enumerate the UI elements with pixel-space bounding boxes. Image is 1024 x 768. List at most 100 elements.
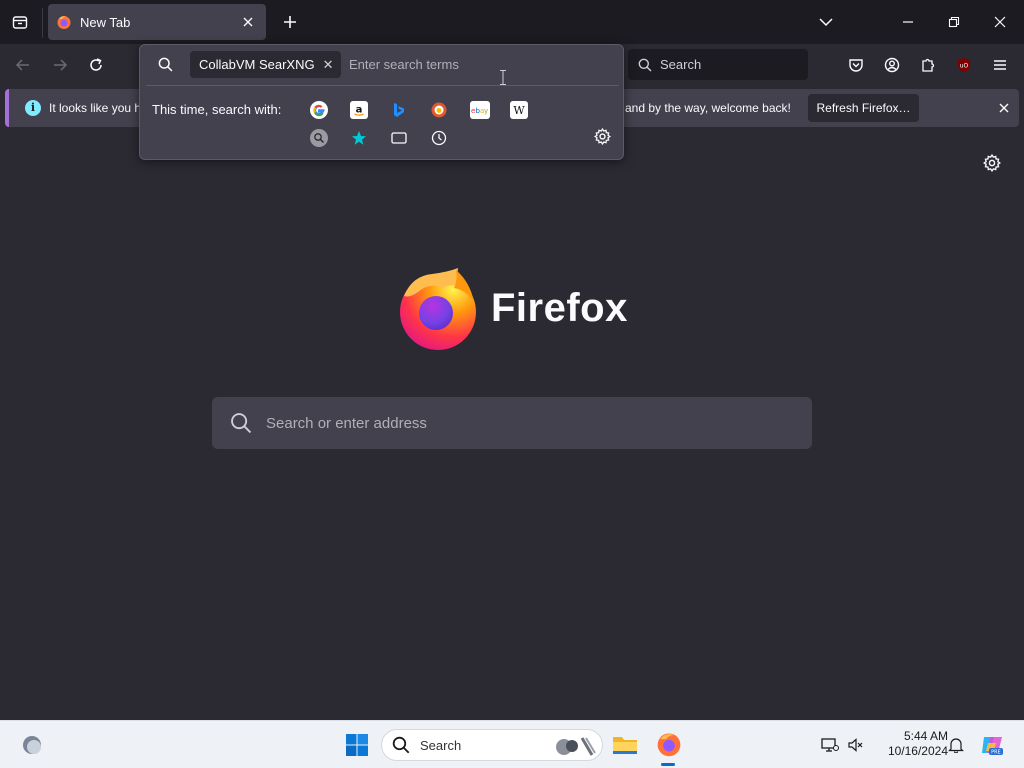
app-menu-button[interactable] — [985, 50, 1015, 80]
list-all-tabs-button[interactable] — [6, 8, 34, 36]
gear-icon — [593, 127, 612, 146]
duckduckgo-engine-button[interactable] — [430, 101, 448, 119]
tab-overflow-button[interactable] — [810, 6, 842, 38]
amazon-engine-button[interactable]: a — [350, 101, 368, 119]
restore-icon — [948, 16, 960, 28]
history-search-button[interactable] — [430, 129, 448, 147]
firefox-taskbar-button[interactable] — [654, 729, 684, 759]
volume-muted-icon — [848, 738, 863, 752]
start-button[interactable] — [343, 731, 371, 759]
reload-icon — [90, 58, 102, 71]
network-icon — [821, 738, 839, 752]
windows-logo-icon — [346, 734, 368, 756]
search-icon — [158, 57, 173, 72]
clock-time: 5:44 AM — [903, 729, 948, 743]
search-icon — [231, 413, 252, 434]
copilot-icon: PRE — [982, 737, 1003, 756]
folder-icon — [613, 737, 637, 754]
close-icon — [999, 103, 1009, 113]
network-icon-button[interactable] — [820, 735, 840, 755]
search-engine-chip[interactable]: CollabVM SearXNG ✕ — [190, 51, 341, 78]
firefox-wordmark: Firefox — [491, 286, 628, 330]
close-icon — [994, 16, 1006, 28]
back-button[interactable] — [8, 50, 38, 80]
wikipedia-icon: W — [513, 104, 525, 117]
volume-icon-button[interactable] — [845, 735, 865, 755]
tab-bar: New Tab — [0, 0, 1024, 44]
minimize-button[interactable] — [892, 6, 924, 38]
weather-widget-button[interactable] — [20, 733, 44, 757]
info-icon: i — [25, 100, 41, 116]
clock-date: 10/16/2024 — [887, 744, 948, 758]
svg-text:PRE: PRE — [991, 750, 1001, 756]
ublock-origin-button[interactable]: uO — [949, 50, 979, 80]
svg-text:y: y — [484, 107, 488, 115]
search-settings-button[interactable] — [593, 127, 612, 150]
pocket-icon — [849, 59, 863, 72]
ublock-origin-icon: uO — [958, 58, 970, 72]
text-cursor-icon — [500, 70, 506, 85]
svg-text:W: W — [513, 104, 525, 117]
remove-engine-chip-button[interactable]: ✕ — [323, 57, 334, 73]
google-engine-button[interactable] — [310, 101, 328, 119]
close-notification-button[interactable] — [994, 98, 1014, 118]
bell-icon — [948, 738, 964, 753]
forward-button[interactable] — [45, 50, 75, 80]
reload-button[interactable] — [81, 50, 111, 80]
bookmarks-search-button[interactable] — [350, 129, 368, 147]
tab-icon — [391, 132, 407, 144]
firefox-logo-icon — [400, 268, 476, 350]
taskbar-search-box[interactable]: Search — [381, 729, 603, 761]
tab-title: New Tab — [80, 14, 131, 30]
google-icon — [313, 104, 325, 117]
toolbar-search-box[interactable]: Search — [628, 49, 808, 80]
account-button[interactable] — [877, 50, 907, 80]
new-tab-button[interactable] — [276, 8, 304, 36]
notifications-button[interactable] — [946, 735, 966, 755]
svg-text:uO: uO — [960, 63, 969, 70]
firefox-favicon-icon — [57, 16, 71, 29]
hamburger-menu-icon — [994, 60, 1006, 70]
gear-icon — [982, 153, 1002, 173]
close-tab-button[interactable] — [240, 14, 256, 30]
minimize-icon — [903, 21, 913, 23]
clock-icon — [431, 130, 447, 146]
tabs-search-button[interactable] — [390, 129, 408, 147]
wikipedia-engine-button[interactable]: W — [510, 101, 528, 119]
notification-message-end: and by the way, welcome back! — [625, 101, 791, 115]
star-icon — [352, 131, 366, 145]
tab-new-tab[interactable]: New Tab — [48, 4, 266, 40]
refresh-firefox-button[interactable]: Refresh Firefox… — [808, 94, 919, 122]
restore-button[interactable] — [938, 6, 970, 38]
close-window-button[interactable] — [984, 6, 1016, 38]
notification-message-start: It looks like you ha — [49, 101, 148, 115]
tab-list-icon — [12, 16, 28, 29]
file-explorer-button[interactable] — [611, 731, 639, 759]
ebay-icon: ebay — [471, 107, 488, 115]
arrow-left-icon — [15, 59, 29, 71]
bing-icon — [394, 103, 404, 117]
arrow-right-icon — [54, 59, 68, 71]
plus-icon — [284, 16, 296, 28]
close-icon — [243, 17, 253, 27]
pocket-button[interactable] — [841, 50, 871, 80]
extensions-button[interactable] — [913, 50, 943, 80]
active-app-indicator — [661, 763, 675, 766]
toolbar-search-placeholder: Search — [660, 57, 702, 72]
search-terms-input[interactable]: Enter search terms — [349, 57, 459, 72]
searxng-engine-button[interactable] — [310, 129, 328, 147]
searxng-icon — [314, 133, 325, 144]
copilot-button[interactable]: PRE — [979, 732, 1005, 758]
system-clock[interactable]: 5:44 AM 10/16/2024 — [872, 729, 948, 759]
personalize-new-tab-button[interactable] — [982, 153, 1002, 177]
bing-engine-button[interactable] — [390, 101, 408, 119]
tab-separator — [42, 8, 43, 38]
new-tab-search-placeholder: Search or enter address — [266, 414, 427, 432]
search-icon — [638, 58, 652, 71]
firefox-icon — [657, 733, 681, 757]
ebay-engine-button[interactable]: ebay — [470, 101, 490, 119]
search-icon — [392, 736, 410, 754]
windows-taskbar: Search 5:44 AM 10/16/2024 PRE — [0, 720, 1024, 768]
new-tab-search-box[interactable]: Search or enter address — [212, 397, 812, 449]
amazon-icon: a — [354, 105, 364, 116]
